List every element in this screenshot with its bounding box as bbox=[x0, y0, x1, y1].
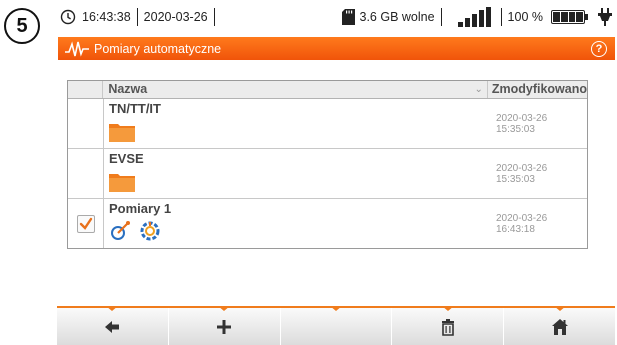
battery-icon bbox=[551, 10, 588, 24]
row-modified-date: 2020-03-26 15:35:03 bbox=[496, 162, 548, 185]
folder-icon bbox=[109, 124, 135, 142]
measurement-wave-icon bbox=[65, 40, 89, 57]
status-battery-percent: 100 % bbox=[507, 10, 543, 24]
add-button[interactable] bbox=[168, 306, 281, 345]
signal-strength-icon bbox=[457, 7, 491, 27]
table-row[interactable]: EVSE 2020-03-26 15:35:03 bbox=[68, 149, 587, 199]
step-number-badge: 5 bbox=[4, 8, 40, 44]
folder-icon bbox=[109, 174, 135, 192]
loop-measurement-icon bbox=[140, 221, 160, 241]
measurement-type-icons bbox=[109, 220, 496, 242]
separator bbox=[136, 8, 138, 26]
item-name: Pomiary 1 bbox=[109, 201, 172, 216]
table-header: Nazwa ⌄ Zmodyfikowano bbox=[68, 81, 587, 99]
measurement-list-table: Nazwa ⌄ Zmodyfikowano TN/TT/IT 2020-03-2… bbox=[67, 80, 588, 249]
sort-chevron-icon: ⌄ bbox=[474, 84, 483, 95]
separator bbox=[440, 8, 442, 26]
clock-icon bbox=[60, 9, 76, 25]
back-arrow-icon bbox=[105, 320, 120, 333]
row-select-cell[interactable] bbox=[68, 99, 104, 148]
probe-measurement-icon bbox=[111, 221, 130, 240]
power-plug-icon bbox=[598, 8, 612, 26]
column-header-name[interactable]: Nazwa ⌄ bbox=[103, 81, 488, 98]
delete-button[interactable] bbox=[392, 306, 505, 345]
checkmark-icon bbox=[79, 217, 92, 230]
status-date: 2020-03-26 bbox=[143, 10, 208, 24]
sd-card-icon bbox=[341, 9, 355, 25]
status-bar: 16:43:38 2020-03-26 3.6 GB wolne 100 % bbox=[60, 0, 612, 34]
home-button[interactable] bbox=[504, 306, 615, 345]
page-title: Pomiary automatyczne bbox=[94, 41, 222, 56]
table-row[interactable]: TN/TT/IT 2020-03-26 15:35:03 bbox=[68, 99, 587, 149]
row-name-cell: Pomiary 1 bbox=[104, 199, 496, 248]
table-row[interactable]: Pomiary 1 2020-03-26 16:43:18 bbox=[68, 199, 587, 248]
row-modified-date: 2020-03-26 16:43:18 bbox=[496, 212, 548, 235]
delete-icon bbox=[441, 318, 454, 336]
status-storage: 3.6 GB wolne bbox=[359, 10, 435, 24]
row-name-cell: EVSE bbox=[104, 149, 496, 198]
empty-toolbar-slot bbox=[280, 306, 393, 345]
header-select-column bbox=[68, 81, 104, 98]
title-bar: Pomiary automatyczne ? bbox=[58, 37, 615, 60]
row-modified-date: 2020-03-26 15:35:03 bbox=[496, 112, 548, 135]
back-button[interactable] bbox=[57, 306, 169, 345]
item-name: EVSE bbox=[109, 151, 144, 166]
column-header-modified[interactable]: Zmodyfikowano bbox=[488, 81, 587, 98]
row-select-cell[interactable] bbox=[68, 199, 104, 248]
bottom-toolbar bbox=[57, 306, 615, 345]
row-select-cell[interactable] bbox=[68, 149, 104, 198]
item-name: TN/TT/IT bbox=[109, 101, 161, 116]
row-name-cell: TN/TT/IT bbox=[104, 99, 496, 148]
column-header-name-label: Nazwa bbox=[108, 82, 148, 96]
home-icon bbox=[551, 318, 568, 335]
status-time: 16:43:38 bbox=[82, 10, 131, 24]
separator bbox=[213, 8, 215, 26]
row-checkbox[interactable] bbox=[76, 214, 95, 233]
add-icon bbox=[217, 319, 232, 334]
help-icon[interactable]: ? bbox=[591, 40, 607, 57]
separator bbox=[500, 8, 502, 26]
